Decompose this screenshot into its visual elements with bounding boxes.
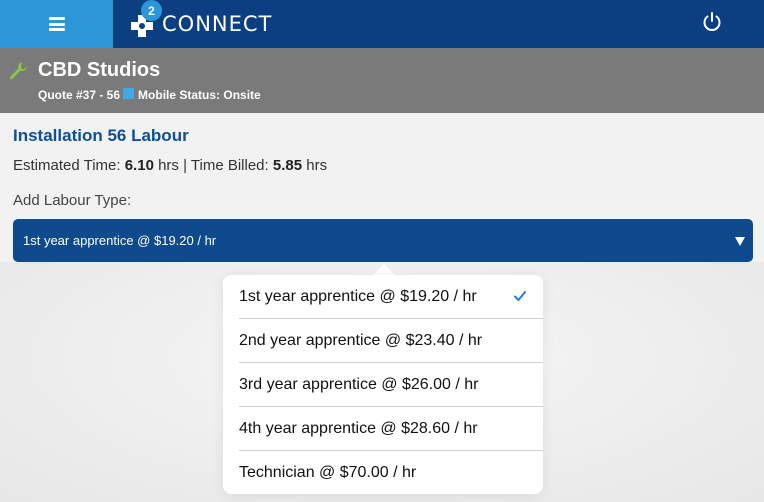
option-label: 1st year apprentice @ $19.20 / hr <box>239 287 477 305</box>
estimated-label: Estimated Time: <box>13 157 121 174</box>
checkmark-icon <box>513 289 527 303</box>
option-label: 3rd year apprentice @ $26.00 / hr <box>239 375 479 393</box>
billed-unit: hrs <box>306 157 328 174</box>
hamburger-icon <box>48 17 65 31</box>
brand: 2 CONNECT <box>128 0 272 48</box>
power-icon[interactable] <box>700 10 724 34</box>
add-labour-label: Add Labour Type: <box>13 192 132 209</box>
option-2nd-year-apprentice[interactable]: 2nd year apprentice @ $23.40 / hr <box>239 319 543 363</box>
time-summary: Estimated Time: 6.10 hrs | Time Billed: … <box>13 157 327 174</box>
option-1st-year-apprentice[interactable]: 1st year apprentice @ $19.20 / hr <box>239 275 543 319</box>
quote-line: Quote #37 - 56 Mobile Status: Onsite <box>38 87 261 102</box>
estimated-value: 6.10 <box>124 157 154 174</box>
option-3rd-year-apprentice[interactable]: 3rd year apprentice @ $26.00 / hr <box>239 363 543 407</box>
quote-number: Quote #37 - 56 <box>38 88 121 102</box>
option-technician[interactable]: Technician @ $70.00 / hr <box>239 451 543 494</box>
labour-type-popover: 1st year apprentice @ $19.20 / hr 2nd ye… <box>223 275 543 494</box>
notification-badge[interactable]: 2 <box>141 0 162 21</box>
brand-title: CONNECT <box>162 12 273 36</box>
top-bar: 2 CONNECT <box>0 0 764 48</box>
job-header: CBD Studios Quote #37 - 56 Mobile Status… <box>0 48 764 113</box>
mobile-status: Mobile Status: Onsite <box>138 88 261 102</box>
connect-logo-icon: 2 <box>128 0 162 38</box>
selected-labour-type: 1st year apprentice @ $19.20 / hr <box>23 233 217 248</box>
dropdown-arrow-icon <box>735 237 745 246</box>
time-separator: hrs | Time Billed: <box>158 157 269 174</box>
section-title: Installation 56 Labour <box>13 126 189 145</box>
billed-value: 5.85 <box>272 157 303 174</box>
wrench-icon <box>8 61 28 81</box>
option-4th-year-apprentice[interactable]: 4th year apprentice @ $28.60 / hr <box>239 407 543 451</box>
option-label: 2nd year apprentice @ $23.40 / hr <box>239 331 483 349</box>
option-label: Technician @ $70.00 / hr <box>239 464 417 481</box>
menu-button[interactable] <box>0 0 113 48</box>
client-name: CBD Studios <box>38 59 161 81</box>
option-label: 4th year apprentice @ $28.60 / hr <box>239 419 478 437</box>
labour-type-select[interactable]: 1st year apprentice @ $19.20 / hr <box>13 219 753 262</box>
status-indicator <box>123 87 135 99</box>
